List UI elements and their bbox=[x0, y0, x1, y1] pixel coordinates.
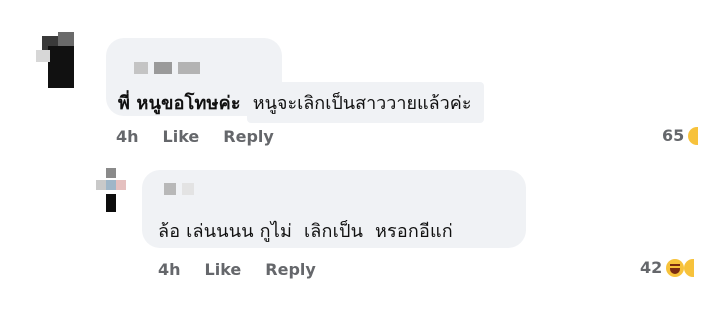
like-button[interactable]: Like bbox=[163, 127, 200, 146]
emoji-partial-icon bbox=[684, 258, 695, 277]
censor-block bbox=[134, 62, 148, 74]
comment-text: พี่ หนูขอโทษค่ะ หนูจะเลิกเป็นสาววายแล้วค… bbox=[118, 82, 484, 123]
reply-text: ล้อ เล่นนนน กูไม่ เลิกเป็น หรอกอีแก่ bbox=[158, 221, 453, 242]
laughing-emoji-icon bbox=[666, 258, 685, 277]
avatar-pixel bbox=[106, 194, 116, 212]
emoji-partial-icon bbox=[688, 126, 699, 145]
commenter-name-censored[interactable] bbox=[134, 62, 200, 74]
censor-block bbox=[164, 183, 176, 195]
avatar-pixel bbox=[48, 46, 74, 88]
comment-thread: พี่ หนูขอโทษค่ะ หนูจะเลิกเป็นสาววายแล้วค… bbox=[0, 0, 720, 318]
timestamp[interactable]: 4h bbox=[158, 260, 181, 279]
reaction-count: 65 bbox=[662, 126, 685, 145]
comment-actions: 4h Like Reply bbox=[116, 127, 274, 146]
timestamp[interactable]: 4h bbox=[116, 127, 139, 146]
avatar-pixel bbox=[96, 180, 106, 190]
avatar-pixel bbox=[116, 180, 126, 190]
reaction-count: 42 bbox=[640, 258, 663, 277]
like-button[interactable]: Like bbox=[205, 260, 242, 279]
avatar-pixel bbox=[36, 50, 50, 62]
avatar[interactable] bbox=[92, 168, 136, 218]
censor-block bbox=[154, 62, 172, 74]
reply-button[interactable]: Reply bbox=[223, 127, 274, 146]
commenter-name-censored[interactable] bbox=[164, 183, 194, 195]
censor-block bbox=[182, 183, 194, 195]
reply-button[interactable]: Reply bbox=[265, 260, 316, 279]
avatar-pixel bbox=[106, 180, 116, 190]
comment-text-highlight: พี่ หนูขอโทษค่ะ bbox=[118, 93, 241, 114]
comment-actions: 4h Like Reply bbox=[158, 260, 316, 279]
comment-text-rest: หนูจะเลิกเป็นสาววายแล้วค่ะ bbox=[246, 82, 484, 123]
censor-block bbox=[178, 62, 200, 74]
avatar-pixel bbox=[58, 32, 74, 46]
avatar[interactable] bbox=[28, 32, 86, 96]
reaction-summary[interactable]: 42 bbox=[640, 258, 695, 277]
reaction-summary[interactable]: 65 bbox=[662, 126, 699, 145]
avatar-pixel bbox=[106, 168, 116, 178]
